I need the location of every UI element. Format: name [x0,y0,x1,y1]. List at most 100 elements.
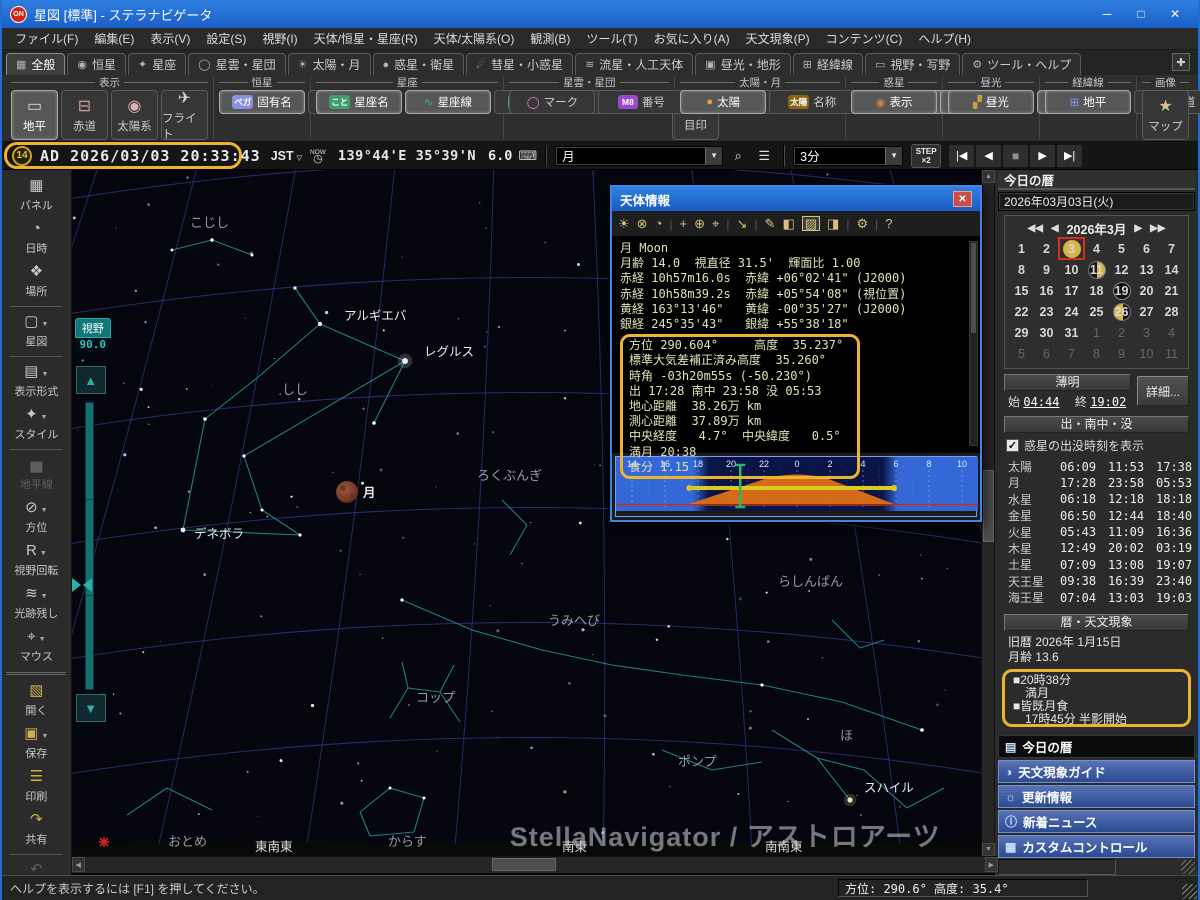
sidebar-item-共有[interactable]: ↷共有 [4,808,68,851]
tab-視野・写野[interactable]: ▭視野・写野 [865,53,960,75]
panels-icon[interactable]: ◨ [827,217,839,230]
crosshair-icon[interactable]: + [680,217,688,230]
prev-year-icon[interactable]: ◀◀ [1028,223,1043,234]
menu-item[interactable]: 天体/恒星・星座(R) [307,28,425,49]
keypad-icon[interactable]: ⌨ [518,148,537,164]
calendar-day-28[interactable]: 28 [1159,301,1184,322]
scrollbar-thumb[interactable] [983,470,994,542]
sidebar-item-印刷[interactable]: ☰印刷 [4,765,68,808]
scroll-left-icon[interactable]: ◀ [72,857,85,872]
calendar-day-20[interactable]: 20 [1134,280,1159,301]
accordion-item-更新情報[interactable]: ☼更新情報 [998,785,1195,808]
calendar-day-10[interactable]: 10 [1059,259,1084,280]
dialog-scrollbar[interactable] [969,241,978,446]
sun-icon[interactable]: ☀ [618,217,630,230]
tab-太陽・月[interactable]: ☀太陽・月 [288,53,371,75]
moon-age-icon[interactable]: 14 [12,146,32,166]
menu-item[interactable]: 天文現象(P) [739,28,817,49]
toolbar-button-名称[interactable]: 太陽名称 [769,90,855,114]
calendar-day-14[interactable]: 14 [1159,259,1184,280]
menu-item[interactable]: ヘルプ(H) [911,28,978,49]
dialog-close-button[interactable]: ✕ [953,191,972,207]
close-button[interactable]: ✕ [1160,4,1190,24]
chevron-down-icon[interactable]: ▼ [885,147,902,165]
sidebar-item-光跡残し[interactable]: ≋▼光跡残し [4,582,68,625]
minimize-button[interactable]: ─ [1092,4,1122,24]
toolbar-button-固有名[interactable]: ベガ固有名 [219,90,305,114]
dialog-title-bar[interactable]: 天体情報 ✕ [612,187,980,211]
tab-星座[interactable]: ✦星座 [128,53,186,75]
tab-星雲・星団[interactable]: ◯星雲・星団 [188,53,285,75]
sidebar-item-表示形式[interactable]: ▤▼表示形式 [4,360,68,403]
time-step-combo[interactable]: 3分 ▼ [793,146,903,166]
window-resize-grip[interactable] [1182,884,1197,899]
calendar-day-29[interactable]: 29 [1009,322,1034,343]
gear-icon[interactable]: ⚙ [856,217,868,230]
datetime-display[interactable]: AD 2026/03/03 20:33:43 [40,147,261,165]
tab-惑星・衛星[interactable]: ●惑星・衛星 [373,53,465,75]
calendar-day-6[interactable]: 6 [1034,343,1059,364]
chevron-down-icon[interactable]: ▼ [705,147,722,165]
toolbar-button-マーク[interactable]: ◯マーク [509,90,595,114]
calendar-day-30[interactable]: 30 [1034,322,1059,343]
calendar-day-11[interactable]: 11 [1084,259,1109,280]
toolbar-button-地平[interactable]: ⊞地平 [1045,90,1131,114]
calendar-day-9[interactable]: 9 [1034,259,1059,280]
twilight-begin-link[interactable]: 04:44 [1023,395,1059,409]
play-forward-button[interactable]: ▶ [1030,145,1055,167]
accordion-item-新着ニュース[interactable]: ⓘ新着ニュース [998,810,1195,833]
calendar-day-27[interactable]: 27 [1134,301,1159,322]
now-clock-icon[interactable]: NOW◷ [310,150,326,162]
calendar-day-17[interactable]: 17 [1059,280,1084,301]
toolbar-button-星座名[interactable]: こと星座名 [316,90,402,114]
calendar-day-25[interactable]: 25 [1084,301,1109,322]
timezone-selector[interactable]: JST▽ [271,149,302,163]
calendar-day-19[interactable]: 19 [1109,280,1134,301]
scroll-up-icon[interactable]: ▲ [982,170,995,183]
stop-button[interactable]: ■ [1003,145,1028,167]
tab-昼光・地形[interactable]: ▣昼光・地形 [695,53,790,75]
scroll-right-icon[interactable]: ▶ [985,857,998,872]
menu-item[interactable]: お気に入り(A) [647,28,737,49]
sweep-icon[interactable]: ↘ [737,217,748,230]
calendar-day-31[interactable]: 31 [1059,322,1084,343]
sidebar-item-星図[interactable]: ▢▼星図 [4,310,68,353]
calendar-day-22[interactable]: 22 [1009,301,1034,322]
sidebar-item-視野回転[interactable]: R▼視野回転 [4,539,68,582]
tab-経緯線[interactable]: ⊞経緯線 [793,53,863,75]
calendar-day-13[interactable]: 13 [1134,259,1159,280]
calendar-day-3[interactable]: 3 [1134,322,1159,343]
sun-off-icon[interactable]: ⊗ [637,217,648,230]
resize-grip[interactable] [1181,860,1195,874]
calendar-day-5[interactable]: 5 [1109,238,1134,259]
tab-彗星・小惑星[interactable]: ☄彗星・小惑星 [466,53,573,75]
maximize-button[interactable]: □ [1126,4,1156,24]
search-icon[interactable]: ⌕ [727,146,749,166]
calendar-day-4[interactable]: 4 [1084,238,1109,259]
tab-全般[interactable]: ▦全般 [6,53,65,75]
calendar-day-9[interactable]: 9 [1109,343,1134,364]
twilight-end-link[interactable]: 19:02 [1090,395,1126,409]
scroll-down-icon[interactable]: ▼ [982,843,995,856]
skip-end-button[interactable]: ▶| [1057,145,1082,167]
calendar-day-4[interactable]: 4 [1159,322,1184,343]
toolbar-button-星座線[interactable]: ∿星座線 [405,90,491,114]
zoom-out-button[interactable]: ▼ [76,694,106,722]
menu-item[interactable]: ファイル(F) [8,28,85,49]
pane-split-handle[interactable] [72,578,92,592]
sidebar-item-パネル[interactable]: ▦パネル [4,174,68,217]
accordion-item-天文現象ガイド[interactable]: ◑天文現象ガイド [998,760,1195,783]
sidebar-item-日時[interactable]: ◔日時 [4,217,68,260]
sidebar-item-保存[interactable]: ▣▼保存 [4,722,68,765]
calendar-day-18[interactable]: 18 [1084,280,1109,301]
calendar-day-6[interactable]: 6 [1134,238,1159,259]
calendar-day-3[interactable]: 3 [1059,238,1084,259]
toolbar-button-昼光[interactable]: ▞昼光 [948,90,1034,114]
calendar-day-8[interactable]: 8 [1084,343,1109,364]
calendar-day-8[interactable]: 8 [1009,259,1034,280]
zoom-in-button[interactable]: ▲ [76,366,106,394]
play-backward-button[interactable]: ◀ [976,145,1001,167]
calendar-day-26[interactable]: 26 [1109,301,1134,322]
calendar-day-16[interactable]: 16 [1034,280,1059,301]
toolbar-button-マップ[interactable]: ★マップ [1142,90,1189,140]
